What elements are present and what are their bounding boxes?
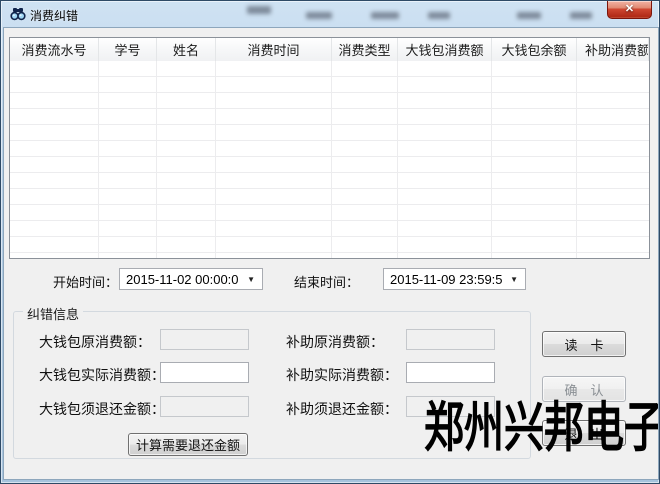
read-card-button[interactable]: 读 卡 xyxy=(542,331,626,357)
close-button[interactable]: ✕ xyxy=(607,1,652,19)
consumption-table[interactable]: 消费流水号学号姓名消费时间消费类型大钱包消费额大钱包余额补助消费额 xyxy=(9,37,650,259)
confirm-button[interactable]: 确 认 xyxy=(542,376,626,402)
column-header-7[interactable]: 补助消费额 xyxy=(577,38,649,61)
wallet-original-input xyxy=(160,329,249,350)
column-header-5[interactable]: 大钱包消费额 xyxy=(398,38,492,61)
table-column-gridline xyxy=(215,61,216,258)
column-header-0[interactable]: 消费流水号 xyxy=(10,38,99,61)
glass-blur-artifact xyxy=(517,12,541,19)
title-bar[interactable]: 消费纠错 ✕ xyxy=(1,1,659,28)
glass-blur-artifact xyxy=(428,12,450,19)
chevron-down-icon: ▼ xyxy=(242,275,260,284)
subsidy-actual-input[interactable] xyxy=(406,362,495,383)
consumption-correction-window: 消费纠错 ✕ 消费流水号学号姓名消费时间消费类型大钱包消费额大钱包余额补助消费额… xyxy=(0,0,660,484)
column-header-2[interactable]: 姓名 xyxy=(157,38,216,61)
wallet-actual-label: 大钱包实际消费额： xyxy=(39,365,165,385)
table-column-gridline xyxy=(397,61,398,258)
wallet-refund-label: 大钱包须退还金额： xyxy=(39,399,165,419)
column-header-6[interactable]: 大钱包余额 xyxy=(492,38,577,61)
wallet-actual-input[interactable] xyxy=(160,362,249,383)
subsidy-refund-label: 补助须退还金额： xyxy=(286,399,398,419)
table-column-gridline xyxy=(576,61,577,258)
end-time-value: 2015-11-09 23:59:5 xyxy=(390,272,505,287)
exit-button[interactable]: 退 出 xyxy=(542,420,626,446)
column-header-3[interactable]: 消费时间 xyxy=(216,38,332,61)
client-area: 消费流水号学号姓名消费时间消费类型大钱包消费额大钱包余额补助消费额 开始时间： … xyxy=(4,28,658,479)
table-column-gridline xyxy=(156,61,157,258)
subsidy-actual-label: 补助实际消费额： xyxy=(286,365,398,385)
start-time-combo[interactable]: 2015-11-02 00:00:0 ▼ xyxy=(119,268,263,290)
end-time-combo[interactable]: 2015-11-09 23:59:5 ▼ xyxy=(383,268,526,290)
chevron-down-icon: ▼ xyxy=(505,275,523,284)
table-column-gridline xyxy=(98,61,99,258)
glass-blur-artifact xyxy=(247,6,271,14)
table-column-gridline xyxy=(331,61,332,258)
subsidy-refund-input xyxy=(406,396,495,417)
wallet-refund-input xyxy=(160,396,249,417)
binoculars-icon xyxy=(10,6,26,22)
glass-blur-artifact xyxy=(570,12,592,19)
subsidy-original-input xyxy=(406,329,495,350)
end-time-label: 结束时间： xyxy=(294,272,359,291)
wallet-original-label: 大钱包原消费额： xyxy=(39,332,151,352)
glass-blur-artifact xyxy=(306,12,332,19)
calculate-refund-button[interactable]: 计算需要退还金额 xyxy=(128,433,248,456)
correction-group-title: 纠错信息 xyxy=(23,304,83,323)
table-column-gridline xyxy=(491,61,492,258)
table-body[interactable] xyxy=(10,61,649,258)
start-time-label: 开始时间： xyxy=(53,272,118,291)
start-time-value: 2015-11-02 00:00:0 xyxy=(126,272,242,287)
column-header-1[interactable]: 学号 xyxy=(99,38,157,61)
window-title: 消费纠错 xyxy=(30,7,78,24)
subsidy-original-label: 补助原消费额： xyxy=(286,332,384,352)
table-header-row: 消费流水号学号姓名消费时间消费类型大钱包消费额大钱包余额补助消费额 xyxy=(10,38,649,62)
correction-groupbox: 纠错信息 大钱包原消费额： 大钱包实际消费额： 大钱包须退还金额： 补助原消费额… xyxy=(13,311,531,459)
glass-blur-artifact xyxy=(371,12,399,19)
column-header-4[interactable]: 消费类型 xyxy=(332,38,398,61)
